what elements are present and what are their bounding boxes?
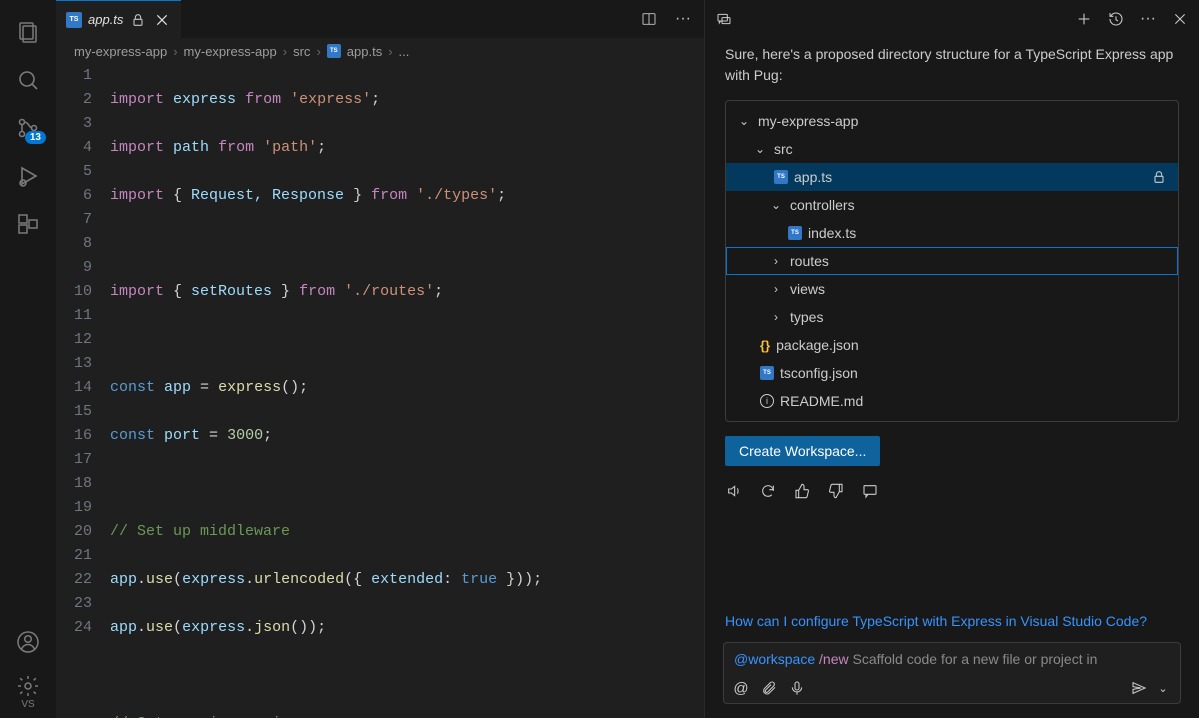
close-icon[interactable] xyxy=(1171,10,1189,28)
braces-icon: {} xyxy=(760,338,770,353)
tab-label: app.ts xyxy=(88,12,123,27)
tab-app-ts[interactable]: TS app.ts xyxy=(56,0,181,38)
chevron-right-icon: › xyxy=(768,310,784,324)
tree-row-app-ts[interactable]: TSapp.ts xyxy=(726,163,1178,191)
tree-row-index-ts[interactable]: TSindex.ts xyxy=(726,219,1178,247)
breadcrumb-seg[interactable]: my-express-app xyxy=(184,44,277,59)
breadcrumb-seg[interactable]: src xyxy=(293,44,310,59)
account-icon[interactable] xyxy=(4,618,52,666)
chat-suggestion-link[interactable]: How can I configure TypeScript with Expr… xyxy=(725,611,1179,632)
tree-row-types[interactable]: ›types xyxy=(726,303,1178,331)
tab-bar: TS app.ts ··· xyxy=(56,0,704,38)
tree-row-tsconfig[interactable]: TStsconfig.json xyxy=(726,359,1178,387)
chat-panel: ··· Sure, here's a proposed directory st… xyxy=(704,0,1199,718)
settings-icon[interactable]: VS xyxy=(4,666,52,718)
explorer-icon[interactable] xyxy=(4,8,52,56)
lock-icon xyxy=(129,11,147,29)
tree-row-src[interactable]: ⌄src xyxy=(726,135,1178,163)
more-icon[interactable]: ··· xyxy=(1139,10,1157,28)
chat-header: ··· xyxy=(705,0,1199,38)
history-icon[interactable] xyxy=(1107,10,1125,28)
tree-row-root[interactable]: ⌄my-express-app xyxy=(726,107,1178,135)
tree-row-package-json[interactable]: {}package.json xyxy=(726,331,1178,359)
chevron-down-icon: ⌄ xyxy=(736,114,752,128)
vs-label: VS xyxy=(21,699,34,710)
breadcrumb-seg[interactable]: ... xyxy=(399,44,410,59)
typescript-icon: TS xyxy=(66,12,82,28)
lock-icon xyxy=(1150,168,1168,186)
line-gutter: 123456789101112131415161718192021222324 xyxy=(56,64,110,718)
chevron-right-icon: › xyxy=(768,282,784,296)
chat-icon[interactable] xyxy=(715,10,733,28)
extensions-icon[interactable] xyxy=(4,200,52,248)
tree-row-routes[interactable]: ›routes xyxy=(726,247,1178,275)
info-icon: i xyxy=(760,394,774,408)
mic-icon[interactable] xyxy=(788,679,806,697)
retry-icon[interactable] xyxy=(759,482,777,500)
tree-row-controllers[interactable]: ⌄controllers xyxy=(726,191,1178,219)
breadcrumb-seg[interactable]: app.ts xyxy=(347,44,382,59)
thumbs-down-icon[interactable] xyxy=(827,482,845,500)
chevron-down-icon: ⌄ xyxy=(752,142,768,156)
code-editor[interactable]: 123456789101112131415161718192021222324 … xyxy=(56,64,704,718)
speaker-icon[interactable] xyxy=(725,482,743,500)
chat-input-text[interactable]: @workspace /new Scaffold code for a new … xyxy=(724,643,1180,675)
code-content[interactable]: import express from 'express'; import pa… xyxy=(110,64,704,718)
tree-row-views[interactable]: ›views xyxy=(726,275,1178,303)
chat-input[interactable]: @workspace /new Scaffold code for a new … xyxy=(723,642,1181,704)
thumbs-up-icon[interactable] xyxy=(793,482,811,500)
typescript-icon: TS xyxy=(327,44,341,58)
breadcrumb[interactable]: my-express-app› my-express-app› src› TS … xyxy=(56,38,704,64)
send-icon[interactable] xyxy=(1130,679,1148,697)
chevron-down-icon[interactable]: ⌄ xyxy=(1154,679,1172,697)
editor-group: TS app.ts ··· my-express-app› my-express… xyxy=(56,0,704,718)
scm-badge: 13 xyxy=(25,131,46,144)
typescript-icon: TS xyxy=(774,170,788,184)
attach-icon[interactable] xyxy=(760,679,778,697)
chat-body: Sure, here's a proposed directory struct… xyxy=(705,38,1199,642)
more-icon[interactable]: ··· xyxy=(674,10,692,28)
chevron-down-icon: ⌄ xyxy=(768,198,784,212)
breadcrumb-seg[interactable]: my-express-app xyxy=(74,44,167,59)
tsconfig-icon: TS xyxy=(760,366,774,380)
chat-feedback-row xyxy=(725,480,1179,502)
proposed-file-tree: ⌄my-express-app ⌄src TSapp.ts ⌄controlle… xyxy=(725,100,1179,422)
run-debug-icon[interactable] xyxy=(4,152,52,200)
chat-message: Sure, here's a proposed directory struct… xyxy=(725,44,1179,86)
at-icon[interactable]: @ xyxy=(732,679,750,697)
chevron-right-icon: › xyxy=(768,254,784,268)
close-icon[interactable] xyxy=(153,11,171,29)
activity-bar: 13 VS xyxy=(0,0,56,718)
tree-row-readme[interactable]: iREADME.md xyxy=(726,387,1178,415)
split-editor-icon[interactable] xyxy=(640,10,658,28)
comment-icon[interactable] xyxy=(861,482,879,500)
plus-icon[interactable] xyxy=(1075,10,1093,28)
typescript-icon: TS xyxy=(788,226,802,240)
create-workspace-button[interactable]: Create Workspace... xyxy=(725,436,880,466)
source-control-icon[interactable]: 13 xyxy=(4,104,52,152)
search-icon[interactable] xyxy=(4,56,52,104)
